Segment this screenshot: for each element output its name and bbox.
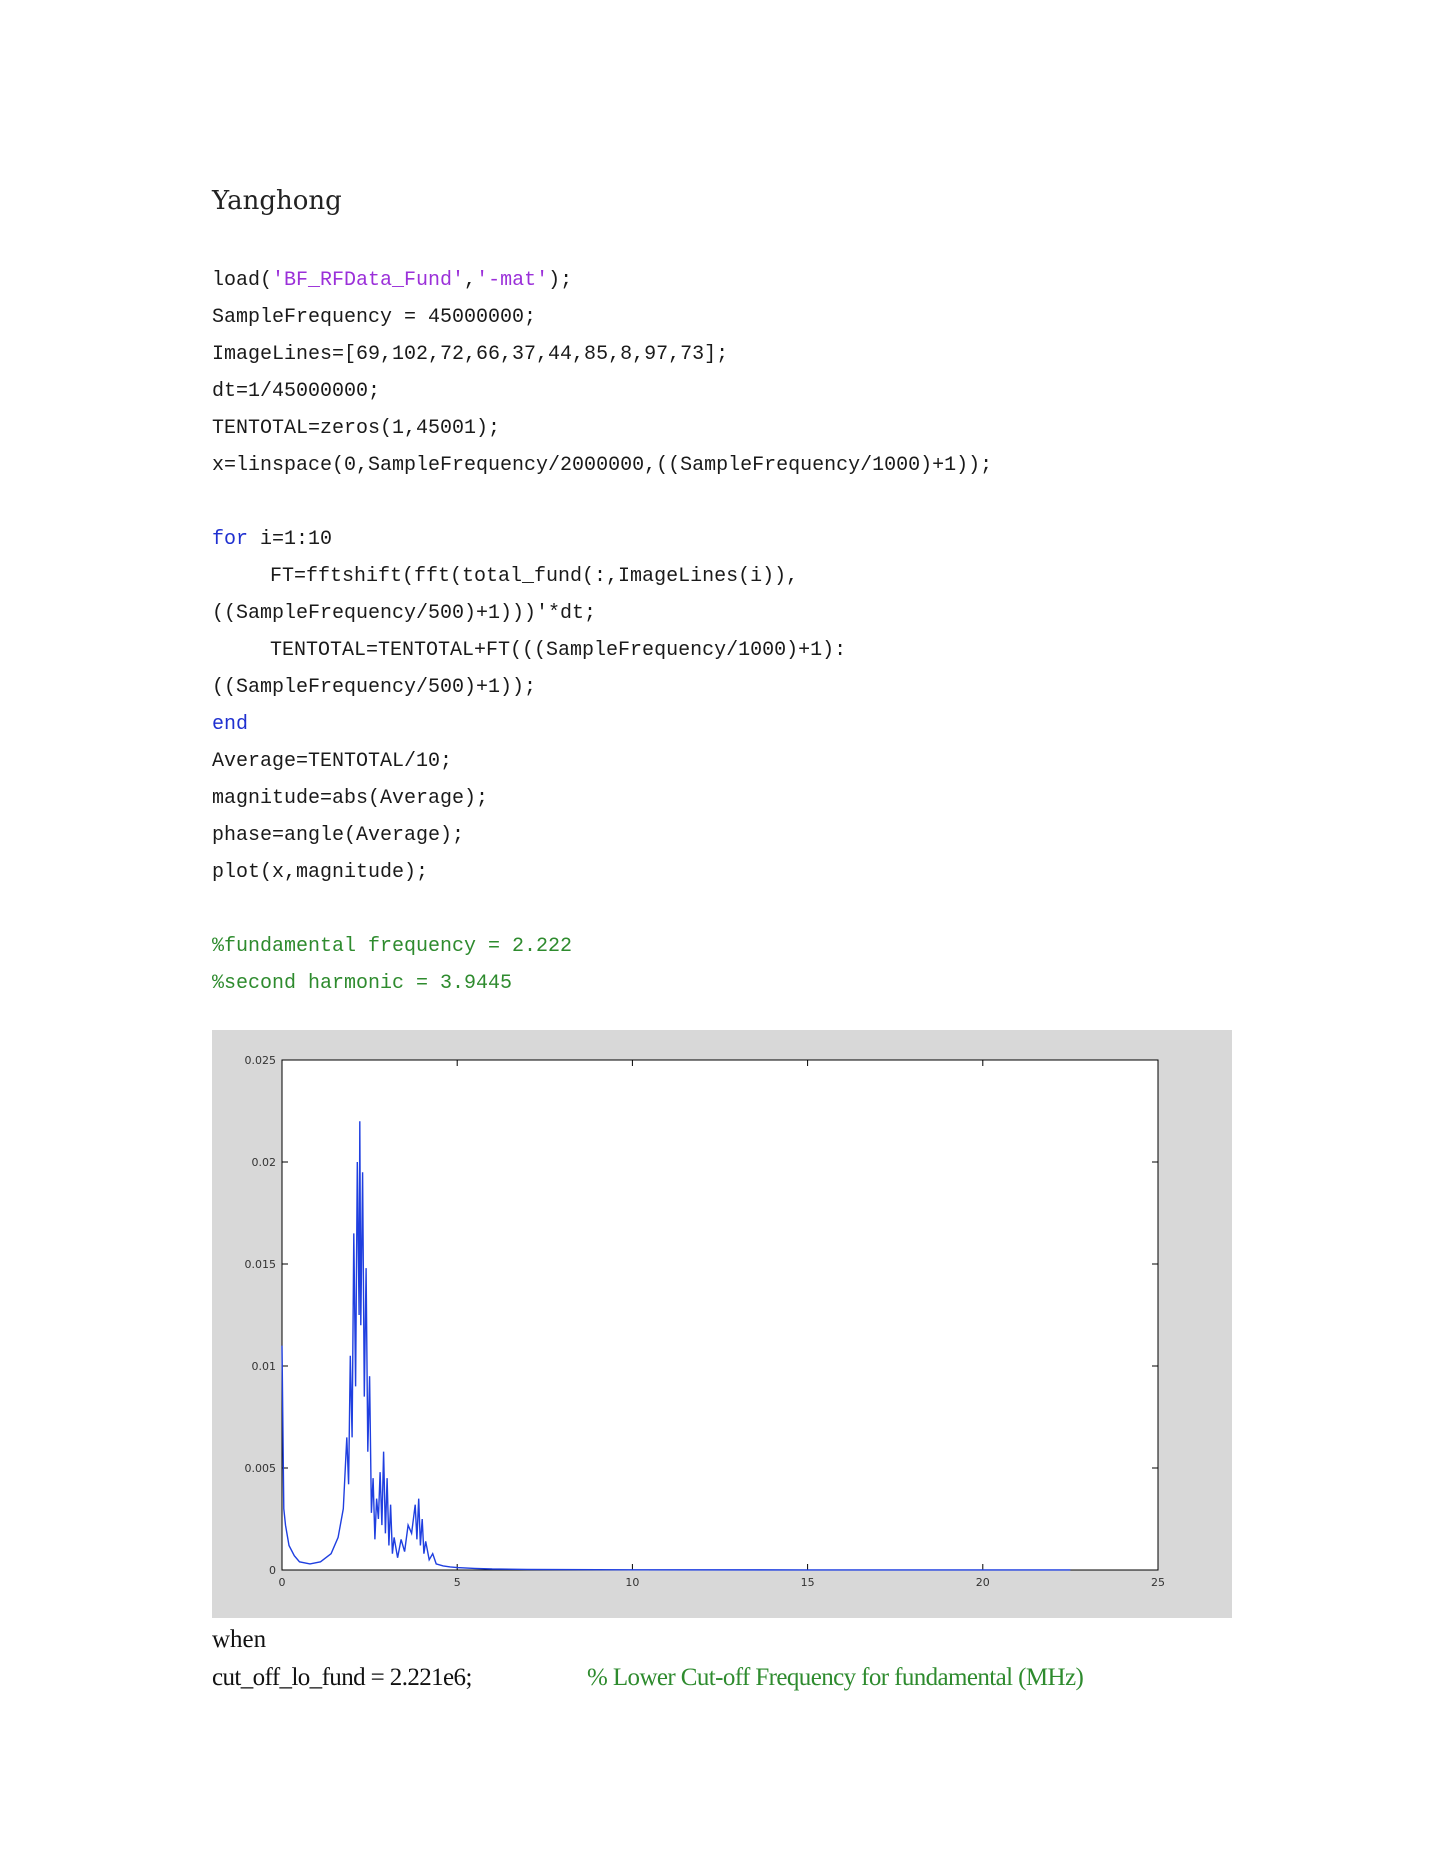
code-keyword: for	[212, 528, 249, 551]
x-tick-label: 5	[454, 1576, 461, 1589]
code-token: x=linspace(0,SampleFrequency/2000000,((S…	[212, 454, 993, 477]
code-line: %fundamental frequency = 2.222	[212, 928, 992, 965]
code-token: i=1:10	[248, 528, 333, 551]
y-tick-label: 0.025	[245, 1054, 277, 1067]
code-token: load(	[212, 269, 273, 292]
cutoff-code: cut_off_lo_fund = 2.221e6;	[212, 1664, 472, 1691]
code-line: ((SampleFrequency/500)+1));	[212, 669, 992, 706]
code-token: FT=fftshift(fft(total_fund(:,ImageLines(…	[270, 565, 799, 588]
code-token: SampleFrequency = 45000000;	[212, 306, 537, 329]
code-token: ,	[464, 269, 477, 292]
code-token: ((SampleFrequency/500)+1));	[212, 676, 537, 699]
y-tick-label: 0	[269, 1564, 276, 1577]
code-string: 'BF_RFData_Fund'	[272, 269, 465, 292]
code-token: ImageLines=[69,102,72,66,37,44,85,8,97,7…	[212, 343, 729, 366]
code-keyword: end	[212, 713, 249, 736]
y-tick-label: 0.005	[245, 1462, 277, 1475]
plot-figure: 0 5 10 15 20 25 0 0.005 0.01 0.015 0.02 0.025	[212, 1030, 1232, 1618]
x-tick-label: 0	[279, 1576, 286, 1589]
cutoff-line: cut_off_lo_fund = 2.221e6; % Lower Cut-o…	[212, 1664, 1272, 1692]
code-line: TENTOTAL=zeros(1,45001);	[212, 410, 992, 447]
code-comment: %second harmonic = 3.9445	[212, 972, 513, 995]
magnitude-chart: 0 5 10 15 20 25 0 0.005 0.01 0.015 0.02 0.025	[245, 1054, 1166, 1589]
code-line: Average=TENTOTAL/10;	[212, 743, 992, 780]
x-tick-label: 20	[976, 1576, 990, 1589]
cutoff-comment: % Lower Cut-off Frequency for fundamenta…	[587, 1664, 1084, 1691]
code-line: magnitude=abs(Average);	[212, 780, 992, 817]
x-tick-label: 15	[801, 1576, 815, 1589]
code-token: plot(x,magnitude);	[212, 861, 429, 884]
code-token: Average=TENTOTAL/10;	[212, 750, 453, 773]
code-string: '-mat'	[476, 269, 549, 292]
author-name: Yanghong	[212, 186, 342, 216]
y-tick-label: 0.015	[245, 1258, 277, 1271]
code-token: );	[548, 269, 573, 292]
code-line: SampleFrequency = 45000000;	[212, 299, 992, 336]
x-tick-label: 25	[1151, 1576, 1165, 1589]
code-line: x=linspace(0,SampleFrequency/2000000,((S…	[212, 447, 992, 484]
code-line: load('BF_RFData_Fund','-mat');	[212, 262, 992, 299]
code-token: magnitude=abs(Average);	[212, 787, 489, 810]
code-token: TENTOTAL=zeros(1,45001);	[212, 417, 501, 440]
code-token: TENTOTAL=TENTOTAL+FT(((SampleFrequency/1…	[270, 639, 847, 662]
code-token: ((SampleFrequency/500)+1)))'*dt;	[212, 602, 597, 625]
y-tick-label: 0.02	[252, 1156, 277, 1169]
code-line: for i=1:10	[212, 521, 992, 558]
code-line: end	[212, 706, 992, 743]
x-tick-label: 10	[625, 1576, 639, 1589]
code-line: phase=angle(Average);	[212, 817, 992, 854]
code-line: TENTOTAL=TENTOTAL+FT(((SampleFrequency/1…	[212, 632, 992, 669]
code-line: plot(x,magnitude);	[212, 854, 992, 891]
when-label: when	[212, 1626, 267, 1653]
code-token: dt=1/45000000;	[212, 380, 381, 403]
code-line: ImageLines=[69,102,72,66,37,44,85,8,97,7…	[212, 336, 992, 373]
code-block: load('BF_RFData_Fund','-mat'); SampleFreq…	[212, 262, 992, 1002]
code-line: ((SampleFrequency/500)+1)))'*dt;	[212, 595, 992, 632]
y-tick-label: 0.01	[252, 1360, 277, 1373]
code-line: dt=1/45000000;	[212, 373, 992, 410]
code-line: %second harmonic = 3.9445	[212, 965, 992, 1002]
plot-area	[281, 1059, 1159, 1571]
code-line: FT=fftshift(fft(total_fund(:,ImageLines(…	[212, 558, 992, 595]
code-token: phase=angle(Average);	[212, 824, 465, 847]
code-comment: %fundamental frequency = 2.222	[212, 935, 573, 958]
